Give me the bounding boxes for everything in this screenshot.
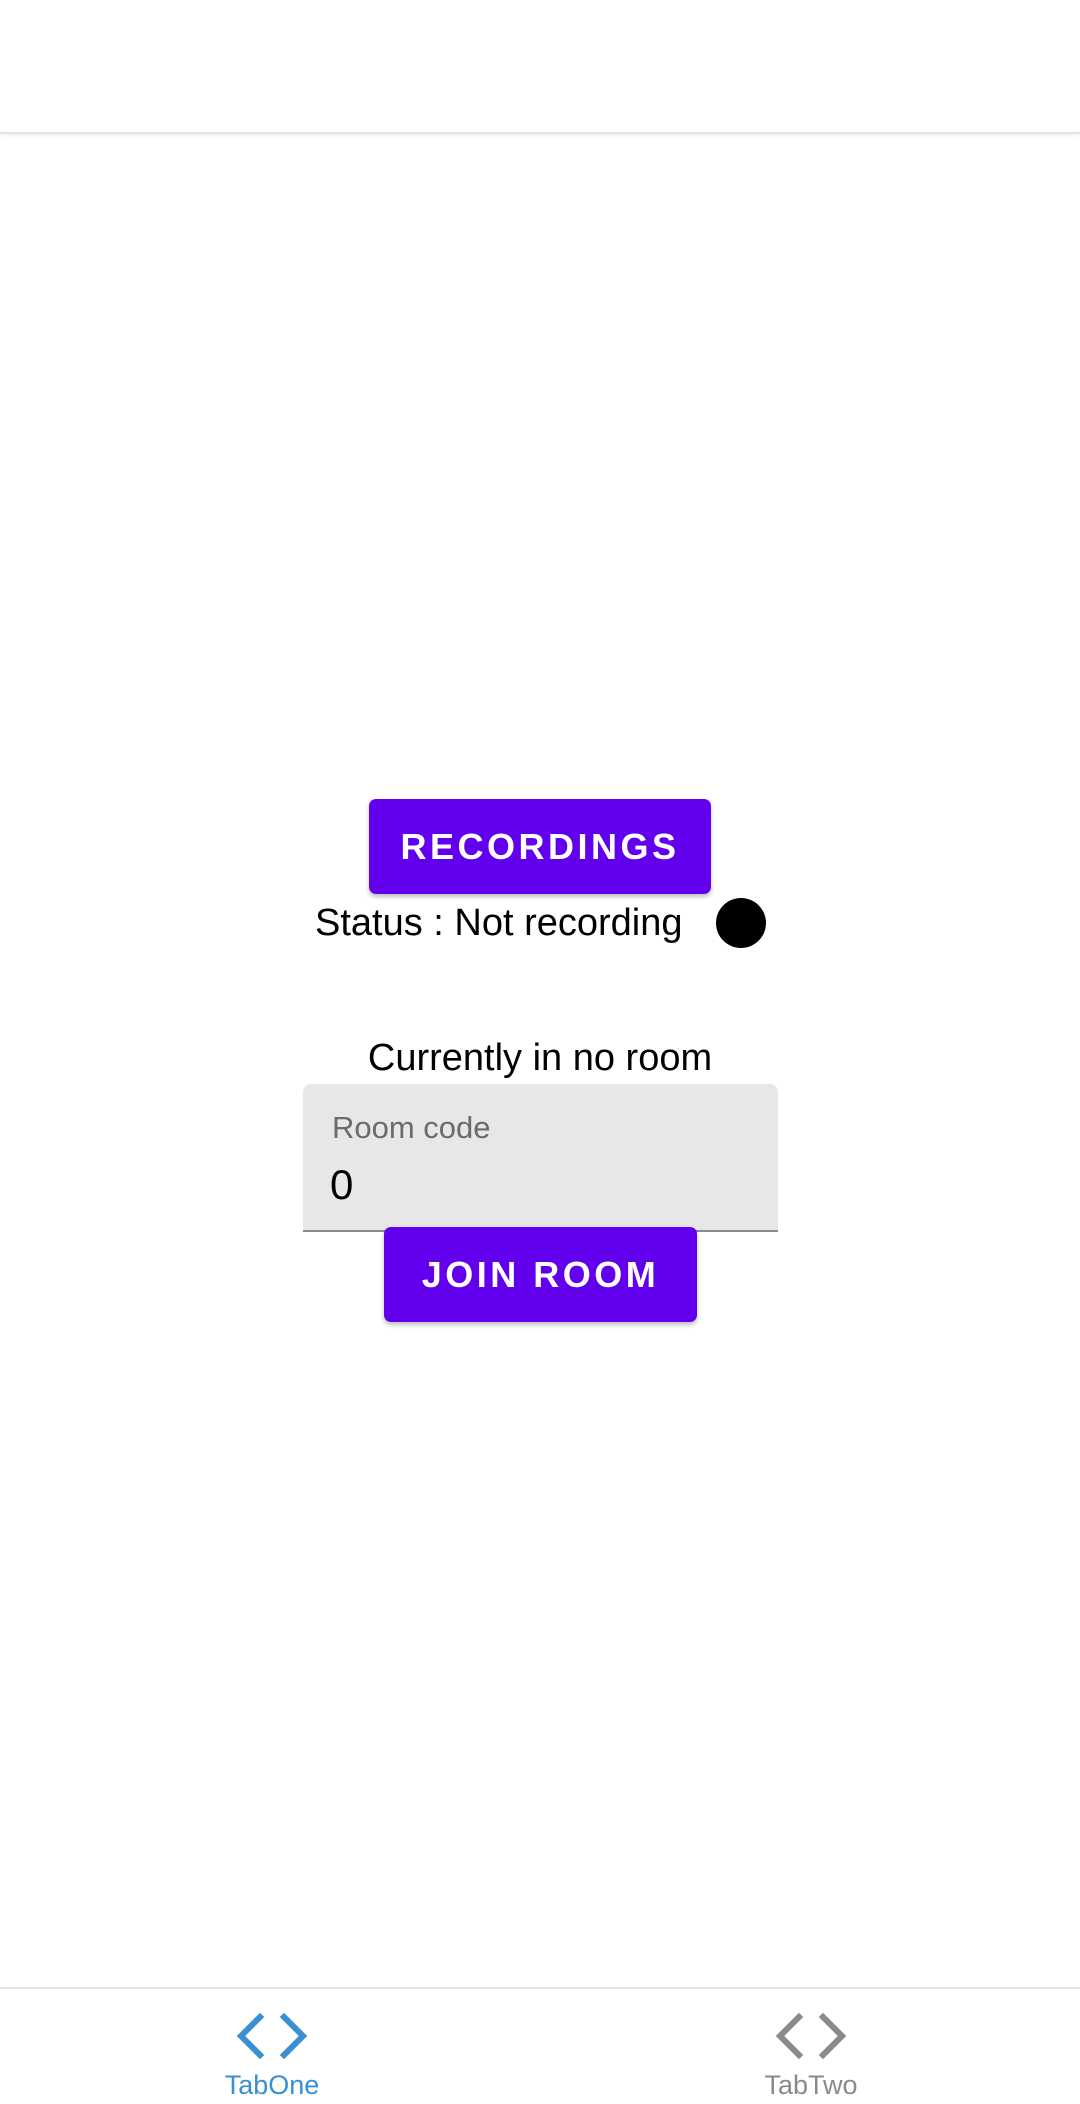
code-icon xyxy=(775,2012,847,2060)
tab-one-label: TabOne xyxy=(224,2070,320,2100)
status-text: Status : Not recording xyxy=(315,902,683,944)
room-code-field[interactable]: Room code 0 xyxy=(303,1084,778,1232)
join-room-button[interactable]: JOIN ROOM xyxy=(384,1227,697,1322)
room-code-input[interactable]: 0 xyxy=(330,1160,353,1210)
current-room-label: Currently in no room xyxy=(367,1037,713,1079)
bottom-tab-bar: TabOne TabTwo xyxy=(0,1987,1080,2104)
tab-two[interactable]: TabTwo xyxy=(661,1989,961,2104)
app-screen: RECORDINGS Status : Not recording Curren… xyxy=(0,0,1080,2104)
app-header xyxy=(0,0,1080,134)
tab-one[interactable]: TabOne xyxy=(122,1989,422,2104)
room-code-label: Room code xyxy=(332,1110,491,1145)
tab-two-label: TabTwo xyxy=(764,2070,858,2100)
recording-status: Status : Not recording xyxy=(0,895,1080,951)
code-icon xyxy=(236,2012,308,2060)
recordings-button[interactable]: RECORDINGS xyxy=(369,799,711,894)
status-indicator-dot xyxy=(716,898,766,948)
